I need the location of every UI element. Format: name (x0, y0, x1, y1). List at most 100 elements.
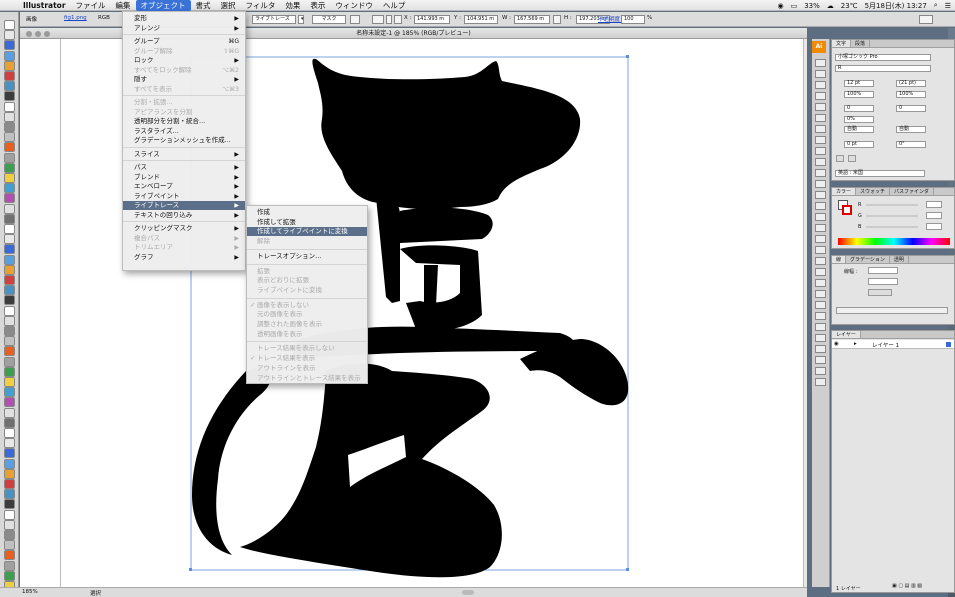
toolbox-tool-icon[interactable] (4, 50, 15, 61)
tab-stroke[interactable]: 線 (832, 256, 847, 263)
stroke-swatch[interactable] (842, 205, 852, 215)
panel-tool-icon[interactable] (815, 147, 826, 155)
cb-filename-link[interactable]: fig1.png (64, 15, 87, 21)
expand-triangle-icon[interactable]: ▸ (854, 341, 857, 347)
livetrace-submenu-item[interactable]: アウトラインとトレース結果を表示 (247, 374, 367, 383)
livetrace-submenu-item[interactable]: 調整された画像を表示 (247, 320, 367, 329)
toolbox-tool-icon[interactable] (4, 366, 15, 377)
panel-tool-icon[interactable] (815, 169, 826, 177)
livetrace-submenu-item[interactable]: 表示どおりに拡張 (247, 276, 367, 285)
opacity-field[interactable]: 100 (621, 15, 645, 24)
toolbox-tool-icon[interactable] (4, 356, 15, 367)
livetrace-submenu-item[interactable]: アウトラインを表示 (247, 364, 367, 373)
wifi-icon[interactable]: ◉ (777, 2, 783, 10)
mojiaki-left-field[interactable]: 自動 (844, 126, 874, 133)
toolbox-tool-icon[interactable] (4, 326, 15, 336)
tab-color[interactable]: カラー (832, 188, 857, 195)
tab-transparency[interactable]: 透明 (890, 256, 909, 263)
panel-tool-icon[interactable] (815, 235, 826, 243)
toolbox-tool-icon[interactable] (4, 30, 15, 41)
underline-toggle[interactable] (836, 155, 844, 162)
livetrace-submenu-item[interactable]: 作成してライブペイントに変換 (247, 227, 367, 237)
livetrace-submenu-item[interactable]: 透明画像を表示 (247, 330, 367, 339)
panel-tool-icon[interactable] (815, 246, 826, 254)
layer-row[interactable]: ◉ ▸ レイヤー 1 (832, 340, 954, 349)
panel-tool-icon[interactable] (815, 92, 826, 100)
font-family-field[interactable]: 小塚ゴシック Pro (835, 54, 931, 61)
panel-tool-icon[interactable] (815, 290, 826, 298)
toolbox-tool-icon[interactable] (4, 295, 15, 306)
toolbox-tool-icon[interactable] (4, 509, 15, 520)
toolbox-tool-icon[interactable] (4, 234, 15, 245)
tsume-field[interactable]: 0% (844, 116, 874, 123)
horizontal-scale-field[interactable]: 100% (896, 91, 926, 98)
strikethrough-toggle[interactable] (848, 155, 856, 162)
panel-tool-icon[interactable] (815, 301, 826, 309)
menu-file[interactable]: ファイル (71, 0, 111, 11)
minimize-window-button[interactable] (35, 31, 41, 37)
menu-window[interactable]: ウィンドウ (330, 0, 378, 11)
toolbox-tool-icon[interactable] (4, 20, 15, 30)
livetrace-submenu-item[interactable]: 拡張 (247, 267, 367, 276)
kerning-field[interactable]: 0 (844, 105, 874, 112)
b-slider[interactable] (866, 226, 918, 228)
toolbox-tool-icon[interactable] (4, 224, 15, 234)
toolbox-tool-icon[interactable] (4, 448, 15, 459)
panel-tool-icon[interactable] (815, 257, 826, 265)
panel-menu-icon[interactable] (919, 15, 933, 24)
livetrace-submenu-item[interactable]: トレースオプション... (247, 252, 367, 261)
panel-tool-icon[interactable] (815, 158, 826, 166)
panel-tool-icon[interactable] (815, 356, 826, 364)
toolbox-tool-icon[interactable] (4, 91, 15, 102)
object-menu-item[interactable]: ライブトレース ▶ (123, 201, 245, 210)
align-icon[interactable] (394, 15, 402, 24)
layer-name[interactable]: レイヤー 1 (872, 341, 899, 349)
panel-tool-icon[interactable] (815, 312, 826, 320)
livetrace-submenu-item[interactable]: ライブペイントに変換 (247, 286, 367, 295)
toolbox-tool-icon[interactable] (4, 254, 15, 265)
toolbox-tool-icon[interactable] (4, 519, 15, 530)
panel-tool-icon[interactable] (815, 81, 826, 89)
layer-action-icons[interactable]: ▣ ▢ ▤ ▥ ▧ (892, 583, 922, 589)
y-field[interactable]: 104.951 m (464, 15, 498, 24)
toolbox-tool-icon[interactable] (4, 162, 15, 173)
tracking-field[interactable]: 0 (896, 105, 926, 112)
battery-icon[interactable]: ▭ (791, 2, 798, 10)
panel-tool-icon[interactable] (815, 136, 826, 144)
menu-edit[interactable]: 編集 (111, 0, 136, 11)
livetrace-submenu-item[interactable]: 元の画像を表示 (247, 310, 367, 319)
panel-tool-icon[interactable] (815, 202, 826, 210)
panel-tool-icon[interactable] (815, 70, 826, 78)
toolbox-tool-icon[interactable] (4, 377, 15, 387)
menu-view[interactable]: 表示 (305, 0, 330, 11)
menu-type[interactable]: 書式 (191, 0, 216, 11)
toolbox-tool-icon[interactable] (4, 213, 15, 224)
b-field[interactable] (926, 223, 942, 230)
toolbox-tool-icon[interactable] (4, 244, 15, 255)
toolbox-tool-icon[interactable] (4, 550, 15, 561)
toolbox-tool-icon[interactable] (4, 285, 15, 296)
toolbox-tool-icon[interactable] (4, 397, 15, 408)
tab-gradient[interactable]: グラデーション (846, 256, 890, 263)
tab-layers[interactable]: レイヤー (832, 331, 861, 338)
x-field[interactable]: 141.993 m (414, 15, 450, 24)
toolbox-tool-icon[interactable] (4, 479, 15, 489)
stroke-weight-field[interactable] (868, 267, 898, 274)
toolbox-tool-icon[interactable] (4, 71, 15, 81)
panel-tool-icon[interactable] (815, 213, 826, 221)
tab-pathfinder[interactable]: パスファインダ (890, 188, 935, 195)
toolbox-tool-icon[interactable] (4, 40, 15, 51)
reference-dropdown[interactable] (386, 15, 392, 24)
livetrace-submenu-item[interactable]: 解除 (247, 237, 367, 246)
object-menu-item[interactable]: アレンジ ▶ (123, 24, 245, 33)
object-menu-item[interactable]: 透明部分を分割・統合... (123, 117, 245, 126)
livetrace-submenu-item[interactable]: トレース結果を表示しない (247, 344, 367, 353)
toolbox-tool-icon[interactable] (4, 540, 15, 551)
menu-app[interactable]: Illustrator (18, 0, 71, 11)
reference-point-icon[interactable] (372, 15, 384, 24)
language-dropdown[interactable]: 英語 : 米国 (835, 170, 925, 177)
leading-field[interactable]: (21 pt) (896, 80, 926, 87)
object-menu-item[interactable]: ロック ▶ (123, 56, 245, 65)
livetrace-submenu-item[interactable]: 作成 (247, 208, 367, 217)
toolbox-tool-icon[interactable] (4, 530, 15, 540)
